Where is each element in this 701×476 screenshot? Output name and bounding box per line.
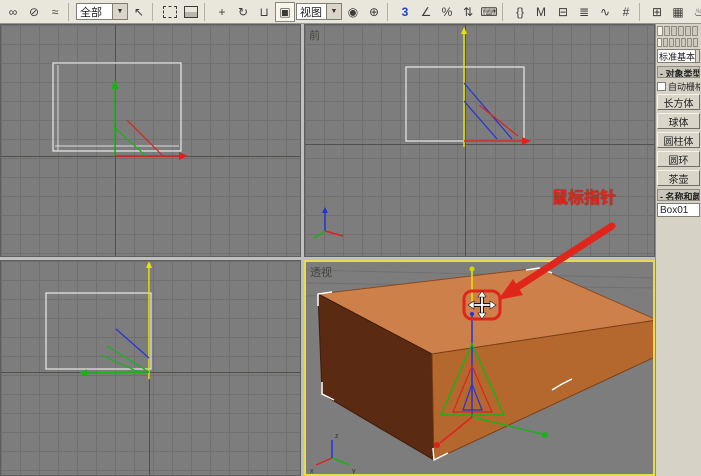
reference-coord-dropdown[interactable]: 视图 ▼ <box>296 3 342 20</box>
primitive-category-value: 标准基本 <box>659 51 696 62</box>
viewport-perspective[interactable]: 透视 x y z <box>304 260 655 476</box>
percent-snap-icon[interactable]: % <box>437 2 457 22</box>
window-shape <box>184 5 198 18</box>
marquee-shape <box>163 5 177 18</box>
viewport-front[interactable]: 前 <box>304 24 655 257</box>
select-object-icon[interactable]: ↖ <box>129 2 149 22</box>
category-systems-icon[interactable] <box>693 38 698 47</box>
bind-to-spacewarp-icon[interactable]: ≈ <box>45 2 65 22</box>
use-pivot-center-icon[interactable]: ◉ <box>343 2 363 22</box>
selection-filter-value: 全部 <box>80 6 102 19</box>
material-editor-icon[interactable]: ⊞ <box>647 2 667 22</box>
schematic-view-icon[interactable]: # <box>616 2 636 22</box>
rectangular-selection-region-icon[interactable] <box>160 2 180 22</box>
tab-create[interactable] <box>657 26 663 36</box>
axis-z-label: z <box>335 433 339 440</box>
tab-motion[interactable] <box>678 26 684 36</box>
command-panel: 标准基本 ▼ - 对象类型 自动栅格 长方体 球体 圆柱体 圆环 茶壶 - 名称… <box>655 24 701 476</box>
move-gizmo <box>111 80 188 160</box>
axis-tripod: x y z <box>310 433 356 475</box>
viewport-left[interactable] <box>0 260 301 476</box>
move-gizmo <box>461 27 531 147</box>
category-spacewarps-icon[interactable] <box>687 38 692 47</box>
name-color-rollout[interactable]: - 名称和颜色 <box>657 189 700 201</box>
select-and-scale-icon[interactable]: ▣ <box>275 1 295 22</box>
reference-coord-value: 视图 <box>300 6 322 19</box>
perspective-scene: x y z <box>306 266 655 475</box>
select-and-uniform-scale-icon[interactable]: ⊔ <box>254 2 274 22</box>
category-shapes-icon[interactable] <box>663 38 668 47</box>
main-toolbar: ∞ ⊘ ≈ 全部 ▼ ↖ + ↻ ⊔ ▣ 视图 ▼ ◉ ⊕ 3 ∠ % ⇅ ⌨ … <box>0 0 701 24</box>
tab-utilities[interactable] <box>692 26 698 36</box>
torus-button[interactable]: 圆环 <box>657 151 700 167</box>
primitive-category-dropdown[interactable]: 标准基本 ▼ <box>657 49 700 63</box>
category-geometry-icon[interactable] <box>657 38 662 47</box>
move-gizmo <box>79 261 152 379</box>
viewport-label[interactable]: 前 <box>309 27 320 43</box>
box-wireframe-top <box>52 62 188 160</box>
category-lights-icon[interactable] <box>669 38 674 47</box>
category-helpers-icon[interactable] <box>681 38 686 47</box>
category-cameras-icon[interactable] <box>675 38 680 47</box>
keyboard-override-icon[interactable]: ⌨ <box>479 2 499 22</box>
axis-x-label: x <box>310 468 314 475</box>
axis-y-label: y <box>352 468 356 475</box>
box-3d[interactable] <box>316 267 655 461</box>
object-name-field[interactable]: Box01 <box>657 203 700 217</box>
toolbar-separator <box>68 2 73 21</box>
sphere-button[interactable]: 球体 <box>657 113 700 129</box>
select-and-link-icon[interactable]: ∞ <box>3 2 23 22</box>
object-type-rollout[interactable]: - 对象类型 <box>657 66 700 78</box>
layer-manager-icon[interactable]: ≣ <box>574 2 594 22</box>
render-setup-icon[interactable]: ▦ <box>668 2 688 22</box>
cylinder-button[interactable]: 圆柱体 <box>657 132 700 148</box>
tab-modify[interactable] <box>664 26 670 36</box>
named-selection-sets-icon[interactable]: {} <box>510 2 530 22</box>
box-button[interactable]: 长方体 <box>657 94 700 110</box>
select-and-move-icon[interactable]: + <box>212 2 232 22</box>
window-crossing-icon[interactable] <box>181 2 201 22</box>
command-panel-tabs <box>657 26 700 36</box>
toolbar-separator <box>502 2 507 21</box>
selection-filter-dropdown[interactable]: 全部 ▼ <box>76 3 128 20</box>
chevron-down-icon[interactable]: ▼ <box>112 4 127 19</box>
toolbar-separator <box>639 2 644 21</box>
unlink-selection-icon[interactable]: ⊘ <box>24 2 44 22</box>
autogrid-checkbox[interactable] <box>657 81 666 91</box>
autogrid-row: 自动栅格 <box>657 80 700 92</box>
box-wireframe-front <box>313 27 531 239</box>
viewport-top[interactable] <box>0 24 301 257</box>
toolbar-separator <box>204 2 209 21</box>
teapot-button[interactable]: 茶壶 <box>657 170 700 186</box>
create-categories <box>657 38 700 47</box>
chevron-down-icon[interactable]: ▼ <box>326 4 341 19</box>
toolbar-separator <box>152 2 157 21</box>
select-and-manipulate-icon[interactable]: ⊕ <box>364 2 384 22</box>
align-icon[interactable]: ⊟ <box>553 2 573 22</box>
axis-tripod <box>313 207 344 239</box>
quick-render-teapot-icon[interactable]: ♨ <box>689 2 701 22</box>
viewport-label[interactable]: 透视 <box>310 264 332 280</box>
chevron-down-icon[interactable]: ▼ <box>695 50 699 62</box>
tab-display[interactable] <box>685 26 691 36</box>
3dsmax-window: ∞ ⊘ ≈ 全部 ▼ ↖ + ↻ ⊔ ▣ 视图 ▼ ◉ ⊕ 3 ∠ % ⇅ ⌨ … <box>0 0 701 476</box>
snaps-toggle-icon[interactable]: 3 <box>395 2 415 22</box>
tab-hierarchy[interactable] <box>671 26 677 36</box>
toolbar-separator <box>387 2 392 21</box>
select-and-rotate-icon[interactable]: ↻ <box>233 2 253 22</box>
angle-snap-icon[interactable]: ∠ <box>416 2 436 22</box>
curve-editor-icon[interactable]: ∿ <box>595 2 615 22</box>
box-wireframe-left <box>45 261 152 379</box>
mirror-icon[interactable]: M <box>531 2 551 22</box>
autogrid-label: 自动栅格 <box>668 81 700 92</box>
spinner-snap-icon[interactable]: ⇅ <box>458 2 478 22</box>
